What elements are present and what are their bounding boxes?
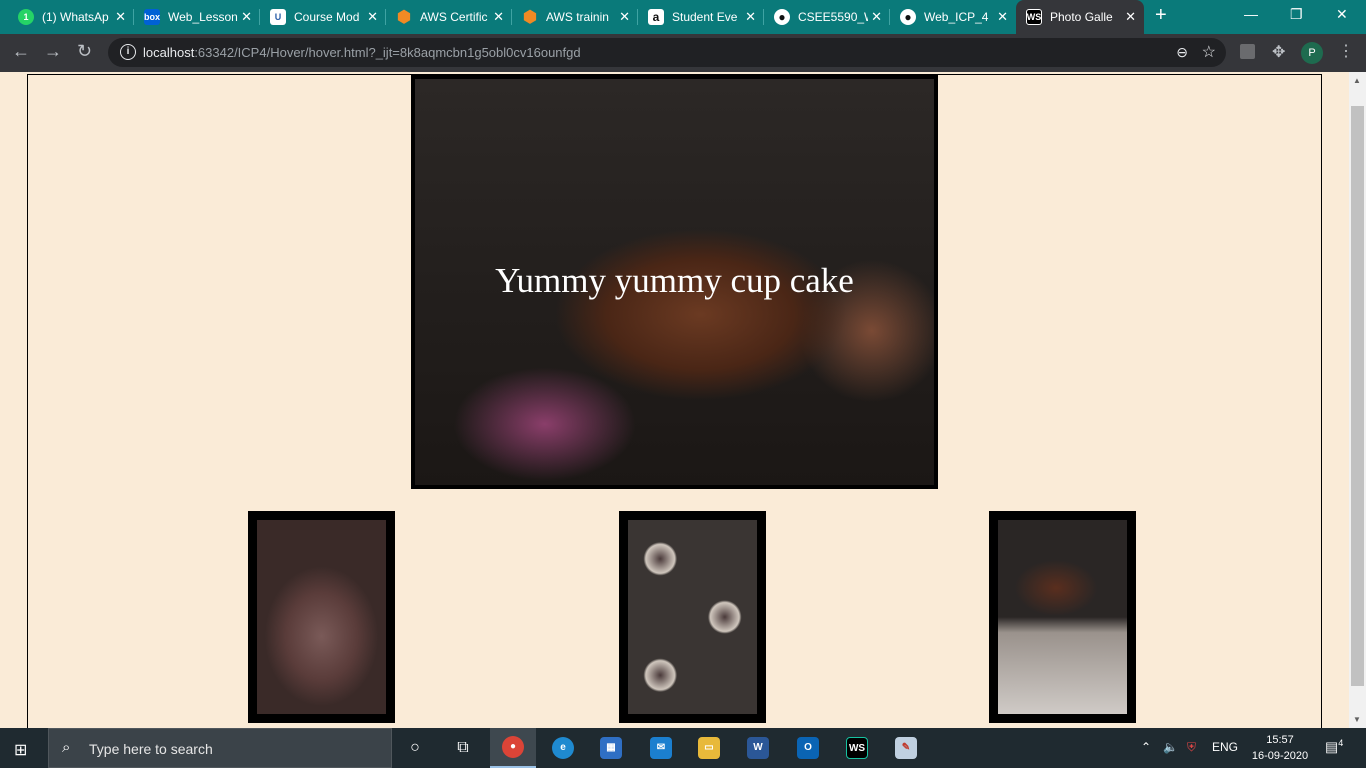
search-placeholder: Type here to search <box>89 741 213 757</box>
close-icon[interactable]: ✕ <box>241 9 252 25</box>
vertical-scrollbar[interactable]: ▲ ▼ <box>1349 72 1366 728</box>
notifications-icon[interactable]: ▤4 <box>1325 738 1343 756</box>
scrollbar-thumb[interactable] <box>1351 106 1364 686</box>
url-path: :63342/ICP4/Hover/hover.html?_ijt=8k8aqm… <box>194 45 581 60</box>
thumbnail-image[interactable] <box>257 520 386 714</box>
tab-label: Student Eve <box>672 10 738 24</box>
close-icon[interactable]: ✕ <box>493 9 504 25</box>
close-icon[interactable]: ✕ <box>1125 9 1136 25</box>
profile-avatar[interactable]: P <box>1301 42 1323 64</box>
tab-label: Web_Lesson <box>168 10 238 24</box>
webstorm-icon: WS <box>1026 9 1042 25</box>
hero-caption: Yummy yummy cup cake <box>495 261 854 300</box>
tab-label: AWS trainin <box>546 10 609 24</box>
mail-taskbar-icon[interactable]: ✉ <box>638 728 684 768</box>
taskbar-search-box[interactable]: ⌕ Type here to search <box>48 728 392 768</box>
thumbnail-frosted-cupcake[interactable] <box>989 511 1136 723</box>
tab-web-icp-4[interactable]: ● Web_ICP_4 ✕ <box>890 0 1016 34</box>
amazon-icon: a <box>648 9 664 25</box>
tab-csee5590[interactable]: ● CSEE5590_W ✕ <box>764 0 890 34</box>
close-icon[interactable]: ✕ <box>115 9 126 25</box>
tab-label: Web_ICP_4 <box>924 10 989 24</box>
outlook-taskbar-icon[interactable]: O <box>785 728 831 768</box>
taskbar-clock[interactable]: 15:57 16-09-2020 <box>1244 732 1316 764</box>
windows-taskbar: ⊞ ⌕ Type here to search ○ ⧉ ● e ▦ ✉ ▭ W … <box>0 728 1366 768</box>
close-icon[interactable]: ✕ <box>997 9 1008 25</box>
umkc-icon: U <box>270 9 286 25</box>
github-icon: ● <box>774 9 790 25</box>
language-indicator[interactable]: ENG <box>1212 740 1238 754</box>
close-window-icon[interactable]: ✕ <box>1336 6 1348 23</box>
tab-label: Course Mod <box>294 10 360 24</box>
browser-tab-strip: 1 (1) WhatsAp ✕ box Web_Lesson ✕ U Cours… <box>0 0 1366 34</box>
file-explorer-taskbar-icon[interactable]: ▭ <box>686 728 732 768</box>
volume-icon[interactable]: 🔈 <box>1163 740 1178 754</box>
hero-image-frame[interactable]: Yummy yummy cup cake <box>411 75 938 489</box>
browser-toolbar: ← → ↻ i localhost:63342/ICP4/Hover/hover… <box>0 34 1366 72</box>
tab-photo-gallery[interactable]: WS Photo Galle ✕ <box>1016 0 1144 34</box>
restore-icon[interactable]: ❐ <box>1290 6 1303 23</box>
tab-web-lesson[interactable]: box Web_Lesson ✕ <box>134 0 260 34</box>
edge-taskbar-icon[interactable]: e <box>540 728 586 768</box>
word-taskbar-icon[interactable]: W <box>735 728 781 768</box>
close-icon[interactable]: ✕ <box>619 9 630 25</box>
minimize-icon[interactable]: — <box>1244 6 1258 22</box>
tab-label: CSEE5590_W <box>798 10 868 24</box>
tab-label: (1) WhatsAp <box>42 10 109 24</box>
windows-start-icon[interactable]: ⊞ <box>14 740 27 760</box>
page-viewport: Yummy yummy cup cake <box>0 72 1366 728</box>
thumbnail-image[interactable] <box>628 520 757 714</box>
tab-aws-training[interactable]: ⬢ AWS trainin ✕ <box>512 0 638 34</box>
extension-square-icon[interactable] <box>1240 44 1255 59</box>
bookmark-star-icon[interactable]: ☆ <box>1202 42 1216 62</box>
aws-cube-icon: ⬢ <box>397 9 411 26</box>
tray-chevron-up-icon[interactable]: ⌃ <box>1141 740 1151 754</box>
url-host: localhost <box>143 45 195 60</box>
back-icon[interactable]: ← <box>12 41 30 62</box>
close-icon[interactable]: ✕ <box>745 9 756 25</box>
close-icon[interactable]: ✕ <box>367 9 378 25</box>
webstorm-taskbar-icon[interactable]: WS <box>834 728 880 768</box>
clock-time: 15:57 <box>1266 734 1294 746</box>
scroll-down-arrow-icon[interactable]: ▼ <box>1353 715 1361 724</box>
tab-label: Photo Galle <box>1050 10 1113 24</box>
extensions-puzzle-icon[interactable]: ✥ <box>1272 42 1285 62</box>
box-icon: box <box>144 9 160 25</box>
zoom-icon[interactable]: ⊖ <box>1176 44 1188 61</box>
github-icon: ● <box>900 9 916 25</box>
paint-taskbar-icon[interactable]: ✎ <box>883 728 929 768</box>
address-bar[interactable]: i localhost:63342/ICP4/Hover/hover.html?… <box>108 38 1226 67</box>
close-icon[interactable]: ✕ <box>871 9 882 25</box>
tab-whatsapp[interactable]: 1 (1) WhatsAp ✕ <box>8 0 134 34</box>
url-text[interactable]: localhost:63342/ICP4/Hover/hover.html?_i… <box>143 45 581 60</box>
thumbnail-chocolate-batter[interactable] <box>248 511 395 723</box>
chrome-taskbar-icon[interactable]: ● <box>490 728 536 768</box>
notification-count: 4 <box>1338 738 1344 748</box>
menu-kebab-icon[interactable]: ⋮ <box>1338 41 1354 61</box>
search-icon: ⌕ <box>62 739 71 756</box>
cortana-icon[interactable]: ○ <box>392 728 438 768</box>
forward-icon[interactable]: → <box>44 41 62 62</box>
tab-course-mod[interactable]: U Course Mod ✕ <box>260 0 386 34</box>
site-info-icon[interactable]: i <box>120 44 136 60</box>
thumbnail-cupcake-liners[interactable] <box>619 511 766 723</box>
reload-icon[interactable]: ↻ <box>77 41 92 62</box>
security-tray-icon[interactable]: ⛨ <box>1187 740 1196 755</box>
store-taskbar-icon[interactable]: ▦ <box>588 728 634 768</box>
scroll-up-arrow-icon[interactable]: ▲ <box>1353 76 1361 85</box>
whatsapp-icon: 1 <box>18 9 34 25</box>
tab-label: AWS Certific <box>420 10 488 24</box>
task-view-icon[interactable]: ⧉ <box>440 728 486 768</box>
tab-aws-certific[interactable]: ⬢ AWS Certific ✕ <box>386 0 512 34</box>
thumbnail-image[interactable] <box>998 520 1127 714</box>
clock-date: 16-09-2020 <box>1251 750 1309 762</box>
tab-student-eve[interactable]: a Student Eve ✕ <box>638 0 764 34</box>
hero-cupcake-image[interactable]: Yummy yummy cup cake <box>415 79 934 485</box>
aws-cube-icon: ⬢ <box>523 9 537 26</box>
new-tab-button[interactable]: + <box>1155 4 1167 27</box>
